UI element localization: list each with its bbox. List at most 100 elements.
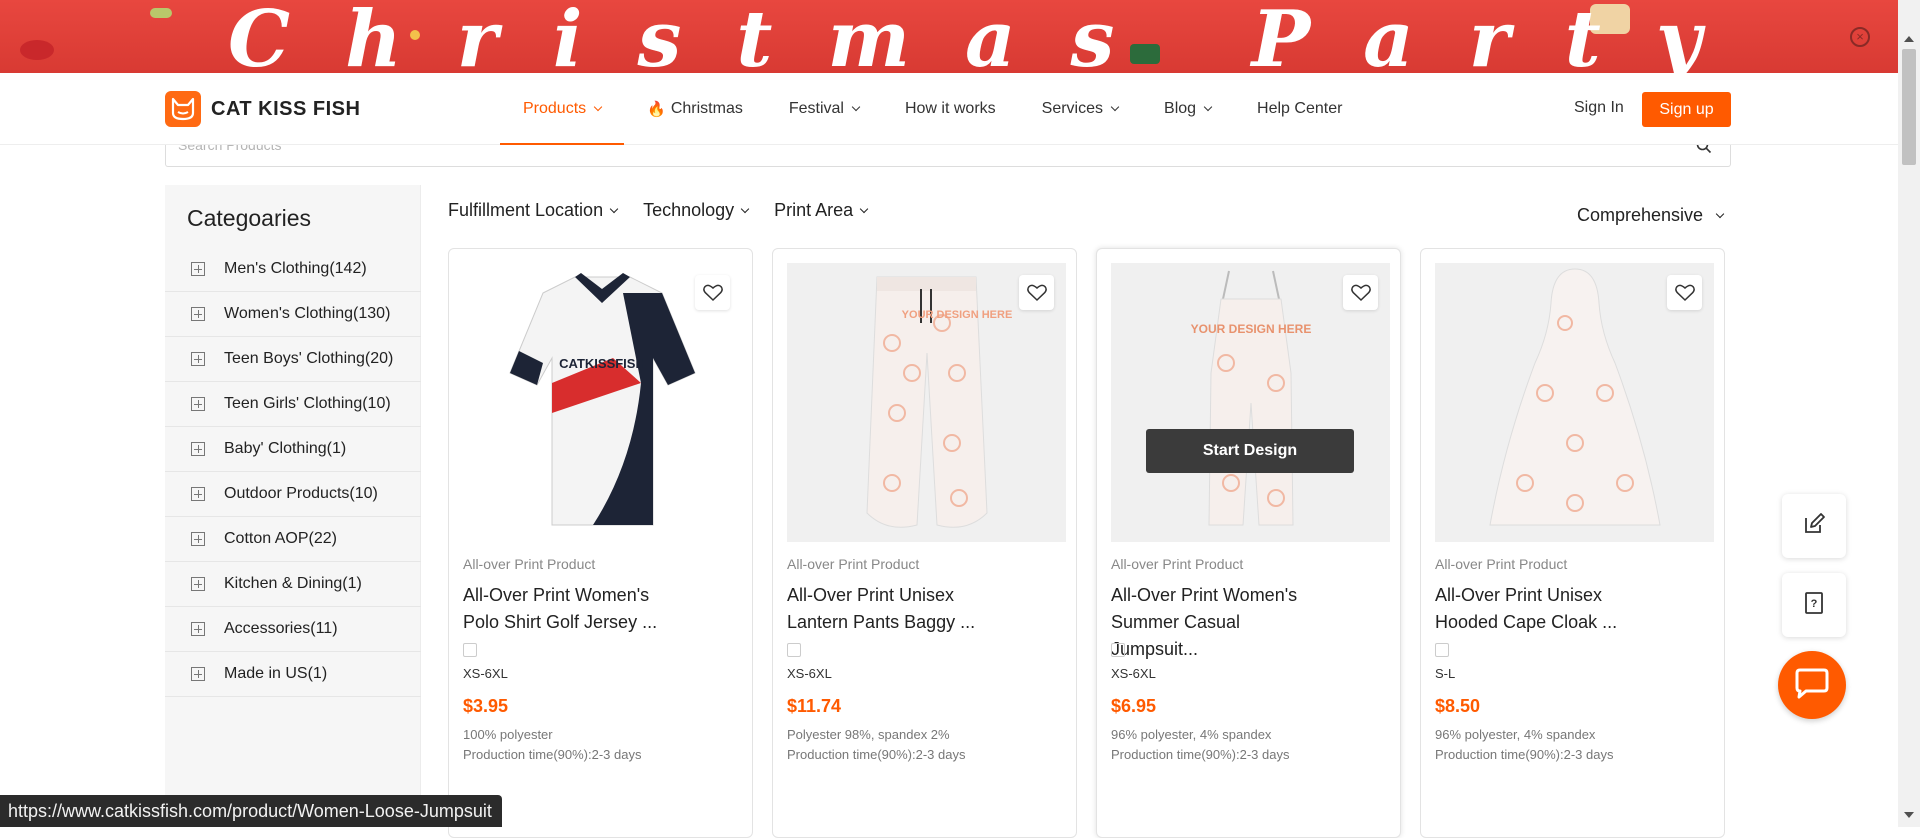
product-title[interactable]: All-Over Print Unisex Hooded Cape Cloak … (1435, 582, 1650, 636)
category-item[interactable]: Men's Clothing(142) (165, 247, 421, 292)
color-swatch-checkbox[interactable] (1111, 643, 1125, 657)
expand-plus-icon[interactable] (191, 532, 205, 546)
product-material: 96% polyester, 4% spandex (1435, 727, 1596, 742)
product-sizes: XS-6XL (1111, 666, 1156, 681)
product-image[interactable]: YOUR DESIGN HERE (787, 263, 1066, 542)
category-item[interactable]: Made in US(1) (165, 652, 421, 697)
category-item[interactable]: Teen Boys' Clothing(20) (165, 337, 421, 382)
chat-icon (1794, 666, 1830, 705)
promo-banner[interactable]: Christmas Party × (0, 0, 1898, 73)
production-time: Production time(90%):2-3 days (1111, 747, 1290, 762)
start-design-button[interactable]: Start Design (1146, 429, 1354, 473)
flame-icon: 🔥 (647, 101, 666, 118)
heart-icon[interactable] (1667, 275, 1702, 310)
chevron-down-icon (609, 204, 619, 213)
nav-products[interactable]: Products (500, 73, 625, 145)
heart-icon[interactable] (1343, 275, 1378, 310)
cat-logo-icon (165, 91, 201, 127)
color-swatch-checkbox[interactable] (463, 643, 477, 657)
product-card[interactable]: YOUR DESIGN HERE All-over Print Product … (772, 248, 1077, 838)
category-item[interactable]: Kitchen & Dining(1) (165, 562, 421, 607)
page-scrollbar[interactable] (1898, 0, 1920, 827)
category-item[interactable]: Cotton AOP(22) (165, 517, 421, 562)
product-title[interactable]: All-Over Print Women's Summer Casual Jum… (1111, 582, 1326, 663)
product-price: $3.95 (463, 696, 509, 716)
product-image[interactable]: YOUR DESIGN HERE Start Design (1111, 263, 1390, 542)
filter-print-area[interactable]: Print Area (774, 200, 869, 221)
category-label: Made in US(1) (224, 665, 328, 682)
scroll-thumb[interactable] (1902, 49, 1916, 165)
expand-plus-icon[interactable] (191, 397, 205, 411)
expand-plus-icon[interactable] (191, 352, 205, 366)
help-doc-button[interactable]: ? (1782, 573, 1846, 637)
filter-technology[interactable]: Technology (643, 200, 750, 221)
product-card[interactable]: YOUR DESIGN HERE Start Design All-over P… (1096, 248, 1401, 838)
live-chat-button[interactable] (1778, 651, 1846, 719)
product-price: $6.95 (1111, 696, 1157, 716)
expand-plus-icon[interactable] (191, 577, 205, 591)
category-label: Accessories(11) (224, 620, 338, 637)
scroll-down-icon[interactable] (1904, 812, 1914, 818)
product-title[interactable]: All-Over Print Women's Polo Shirt Golf J… (463, 582, 678, 636)
product-image[interactable] (1435, 263, 1714, 542)
filter-fulfillment-location[interactable]: Fulfillment Location (448, 200, 619, 221)
nav-festival[interactable]: Festival (766, 73, 882, 145)
nav-label: Festival (788, 100, 844, 117)
product-title[interactable]: All-Over Print Unisex Lantern Pants Bagg… (787, 582, 1002, 636)
category-item[interactable]: Accessories(11) (165, 607, 421, 652)
expand-plus-icon[interactable] (191, 307, 205, 321)
filter-label: Fulfillment Location (448, 200, 604, 220)
production-time: Production time(90%):2-3 days (463, 747, 642, 762)
color-swatch-checkbox[interactable] (787, 643, 801, 657)
nav-blog[interactable]: Blog (1141, 73, 1234, 145)
sort-dropdown[interactable]: Comprehensive (1577, 205, 1725, 226)
category-label: Teen Girls' Clothing(10) (224, 395, 391, 412)
heart-icon[interactable] (695, 275, 730, 310)
nav-how-it-works[interactable]: How it works (882, 73, 1019, 145)
category-label: Women's Clothing(130) (224, 305, 391, 322)
category-item[interactable]: Baby' Clothing(1) (165, 427, 421, 472)
nav-label: Products (523, 100, 587, 117)
category-list: Men's Clothing(142) Women's Clothing(130… (165, 247, 421, 697)
product-image[interactable]: CATKISSFISH (463, 263, 742, 542)
scroll-up-icon[interactable] (1904, 36, 1914, 42)
nav-help-center[interactable]: Help Center (1234, 73, 1365, 145)
sign-up-button[interactable]: Sign up (1642, 92, 1731, 127)
product-category: All-over Print Product (787, 556, 920, 572)
expand-plus-icon[interactable] (191, 622, 205, 636)
product-category: All-over Print Product (1111, 556, 1244, 572)
heart-icon[interactable] (1019, 275, 1054, 310)
production-time: Production time(90%):2-3 days (1435, 747, 1614, 762)
expand-plus-icon[interactable] (191, 442, 205, 456)
product-image-text: YOUR DESIGN HERE (1191, 322, 1312, 336)
expand-plus-icon[interactable] (191, 667, 205, 681)
chevron-down-icon (1110, 102, 1120, 112)
nav-christmas[interactable]: 🔥 Christmas (624, 73, 766, 145)
nav-services[interactable]: Services (1019, 73, 1141, 145)
color-swatch-checkbox[interactable] (1435, 643, 1449, 657)
category-item[interactable]: Women's Clothing(130) (165, 292, 421, 337)
category-label: Teen Boys' Clothing(20) (224, 350, 394, 367)
category-label: Cotton AOP(22) (224, 530, 337, 547)
chevron-down-icon (1203, 102, 1213, 112)
category-item[interactable]: Outdoor Products(10) (165, 472, 421, 517)
chevron-down-icon (593, 102, 603, 112)
brand-name: CAT KISS FISH (211, 97, 361, 120)
product-material: 100% polyester (463, 727, 553, 742)
category-item[interactable]: Teen Girls' Clothing(10) (165, 382, 421, 427)
product-card[interactable]: All-over Print Product All-Over Print Un… (1420, 248, 1725, 838)
sign-in-link[interactable]: Sign In (1574, 99, 1624, 117)
chevron-down-icon (1715, 209, 1725, 218)
main-menu: Products 🔥 Christmas Festival How it work… (500, 73, 1365, 145)
product-price: $8.50 (1435, 696, 1481, 716)
logo[interactable]: CAT KISS FISH (165, 91, 360, 127)
expand-plus-icon[interactable] (191, 487, 205, 501)
edit-button[interactable] (1782, 494, 1846, 558)
close-icon[interactable]: × (1850, 27, 1870, 47)
help-doc-icon: ? (1804, 591, 1824, 619)
nav-label: Christmas (670, 100, 743, 117)
product-sizes: S-L (1435, 666, 1456, 681)
expand-plus-icon[interactable] (191, 262, 205, 276)
product-card[interactable]: CATKISSFISH All-over Print Product All-O… (448, 248, 753, 838)
filter-label: Technology (643, 200, 735, 220)
